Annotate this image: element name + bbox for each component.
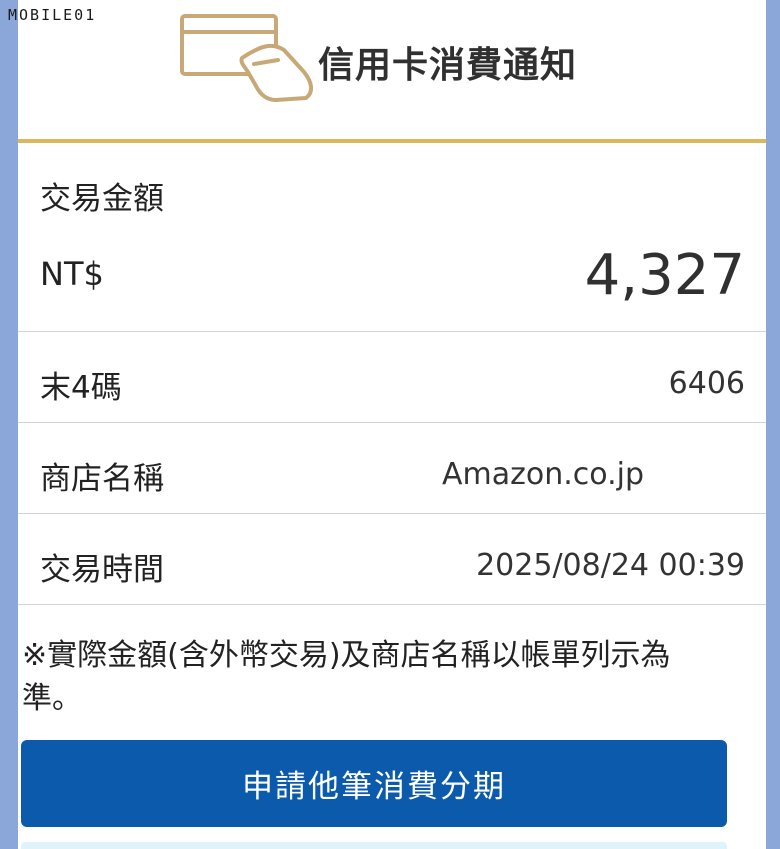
card-last4-value: 6406 bbox=[668, 366, 745, 401]
merchant-label: 商店名稱 bbox=[40, 461, 164, 497]
card-last4-row: 末4碼 6406 bbox=[18, 332, 766, 423]
card-last4-label: 末4碼 bbox=[40, 370, 122, 406]
transaction-time-value: 2025/08/24 00:39 bbox=[476, 548, 745, 583]
card-payment-icon bbox=[180, 14, 313, 102]
amount-label: 交易金額 bbox=[40, 181, 164, 217]
watermark-logo: MOBILE01 bbox=[8, 6, 97, 24]
page-title: 信用卡消費通知 bbox=[318, 45, 578, 86]
merchant-row: 商店名稱 Amazon.co.jp bbox=[18, 423, 766, 514]
currency-label: NT$ bbox=[40, 255, 104, 293]
amount-value: 4,327 bbox=[584, 243, 745, 308]
notification-card: 信用卡消費通知 交易金額 NT$ 4,327 末4碼 6406 商店名稱 Ama… bbox=[18, 0, 766, 849]
transaction-amount-section: 交易金額 NT$ 4,327 bbox=[18, 143, 766, 332]
transaction-time-row: 交易時間 2025/08/24 00:39 bbox=[18, 514, 766, 605]
merchant-value: Amazon.co.jp bbox=[442, 457, 645, 492]
apply-installment-button[interactable]: 申請他筆消費分期 bbox=[21, 740, 727, 827]
next-button-edge bbox=[21, 842, 727, 849]
disclaimer-note: ※實際金額(含外幣交易)及商店名稱以帳單列示為準。 bbox=[22, 638, 671, 716]
transaction-time-label: 交易時間 bbox=[40, 552, 164, 588]
notification-header: 信用卡消費通知 bbox=[18, 0, 766, 143]
